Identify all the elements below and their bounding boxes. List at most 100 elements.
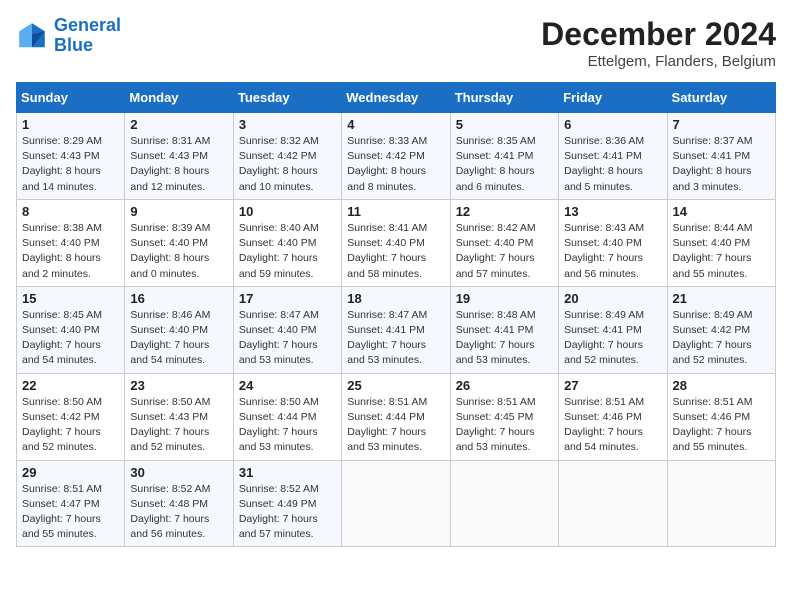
day-info: Sunrise: 8:44 AMSunset: 4:40 PMDaylight:…	[673, 221, 770, 282]
header-tuesday: Tuesday	[233, 83, 341, 113]
day-number: 5	[456, 117, 553, 132]
calendar-cell: 4 Sunrise: 8:33 AMSunset: 4:42 PMDaylight…	[342, 113, 450, 200]
calendar-cell	[559, 460, 667, 547]
calendar-week-row: 1 Sunrise: 8:29 AMSunset: 4:43 PMDaylight…	[17, 113, 776, 200]
calendar-cell: 29 Sunrise: 8:51 AMSunset: 4:47 PMDayligh…	[17, 460, 125, 547]
day-number: 17	[239, 291, 336, 306]
day-number: 7	[673, 117, 770, 132]
day-info: Sunrise: 8:51 AMSunset: 4:45 PMDaylight:…	[456, 395, 553, 456]
day-info: Sunrise: 8:51 AMSunset: 4:46 PMDaylight:…	[673, 395, 770, 456]
calendar-cell: 26Sunrise: 8:51 AMSunset: 4:45 PMDayligh…	[450, 373, 558, 460]
header-sunday: Sunday	[17, 83, 125, 113]
calendar-cell: 19 Sunrise: 8:48 AMSunset: 4:41 PMDayligh…	[450, 286, 558, 373]
day-number: 27	[564, 378, 661, 393]
day-info: Sunrise: 8:43 AMSunset: 4:40 PMDaylight:…	[564, 221, 661, 282]
calendar-cell: 18 Sunrise: 8:47 AMSunset: 4:41 PMDayligh…	[342, 286, 450, 373]
day-number: 21	[673, 291, 770, 306]
day-info: Sunrise: 8:51 AMSunset: 4:47 PMDaylight:…	[22, 482, 119, 543]
day-info: Sunrise: 8:49 AMSunset: 4:41 PMDaylight:…	[564, 308, 661, 369]
logo-line2: Blue	[54, 35, 93, 55]
logo-text: General Blue	[54, 16, 121, 56]
title-block: December 2024 Ettelgem, Flanders, Belgiu…	[541, 16, 776, 70]
day-number: 31	[239, 465, 336, 480]
calendar-cell: 21 Sunrise: 8:49 AMSunset: 4:42 PMDayligh…	[667, 286, 775, 373]
day-info: Sunrise: 8:40 AMSunset: 4:40 PMDaylight:…	[239, 221, 336, 282]
day-info: Sunrise: 8:49 AMSunset: 4:42 PMDaylight:…	[673, 308, 770, 369]
day-info: Sunrise: 8:52 AMSunset: 4:49 PMDaylight:…	[239, 482, 336, 543]
day-info: Sunrise: 8:33 AMSunset: 4:42 PMDaylight:…	[347, 134, 444, 195]
calendar-cell	[667, 460, 775, 547]
header-friday: Friday	[559, 83, 667, 113]
header-monday: Monday	[125, 83, 233, 113]
day-number: 4	[347, 117, 444, 132]
day-number: 29	[22, 465, 119, 480]
calendar-cell: 27 Sunrise: 8:51 AMSunset: 4:46 PMDayligh…	[559, 373, 667, 460]
day-number: 8	[22, 204, 119, 219]
calendar-cell: 25Sunrise: 8:51 AMSunset: 4:44 PMDayligh…	[342, 373, 450, 460]
day-number: 18	[347, 291, 444, 306]
month-title: December 2024	[541, 16, 776, 53]
day-number: 23	[130, 378, 227, 393]
header-thursday: Thursday	[450, 83, 558, 113]
day-info: Sunrise: 8:35 AMSunset: 4:41 PMDaylight:…	[456, 134, 553, 195]
calendar-cell: 28 Sunrise: 8:51 AMSunset: 4:46 PMDayligh…	[667, 373, 775, 460]
calendar-cell: 17 Sunrise: 8:47 AMSunset: 4:40 PMDayligh…	[233, 286, 341, 373]
day-info: Sunrise: 8:52 AMSunset: 4:48 PMDaylight:…	[130, 482, 227, 543]
day-info: Sunrise: 8:51 AMSunset: 4:46 PMDaylight:…	[564, 395, 661, 456]
day-info: Sunrise: 8:38 AMSunset: 4:40 PMDaylight:…	[22, 221, 119, 282]
calendar-week-row: 8 Sunrise: 8:38 AMSunset: 4:40 PMDaylight…	[17, 199, 776, 286]
day-number: 9	[130, 204, 227, 219]
calendar-cell: 16 Sunrise: 8:46 AMSunset: 4:40 PMDayligh…	[125, 286, 233, 373]
calendar-cell: 5 Sunrise: 8:35 AMSunset: 4:41 PMDaylight…	[450, 113, 558, 200]
calendar-cell: 20 Sunrise: 8:49 AMSunset: 4:41 PMDayligh…	[559, 286, 667, 373]
calendar-cell: 23 Sunrise: 8:50 AMSunset: 4:43 PMDayligh…	[125, 373, 233, 460]
calendar-cell: 22Sunrise: 8:50 AMSunset: 4:42 PMDayligh…	[17, 373, 125, 460]
calendar-cell	[450, 460, 558, 547]
day-info: Sunrise: 8:42 AMSunset: 4:40 PMDaylight:…	[456, 221, 553, 282]
day-info: Sunrise: 8:32 AMSunset: 4:42 PMDaylight:…	[239, 134, 336, 195]
day-number: 28	[673, 378, 770, 393]
logo: General Blue	[16, 16, 121, 56]
calendar-cell: 2Sunrise: 8:31 AMSunset: 4:43 PMDaylight…	[125, 113, 233, 200]
day-info: Sunrise: 8:45 AMSunset: 4:40 PMDaylight:…	[22, 308, 119, 369]
day-info: Sunrise: 8:46 AMSunset: 4:40 PMDaylight:…	[130, 308, 227, 369]
day-number: 1	[22, 117, 119, 132]
day-info: Sunrise: 8:50 AMSunset: 4:42 PMDaylight:…	[22, 395, 119, 456]
day-number: 24	[239, 378, 336, 393]
day-number: 20	[564, 291, 661, 306]
day-info: Sunrise: 8:41 AMSunset: 4:40 PMDaylight:…	[347, 221, 444, 282]
calendar-cell	[342, 460, 450, 547]
calendar-cell: 15Sunrise: 8:45 AMSunset: 4:40 PMDayligh…	[17, 286, 125, 373]
day-info: Sunrise: 8:29 AMSunset: 4:43 PMDaylight:…	[22, 134, 119, 195]
day-info: Sunrise: 8:51 AMSunset: 4:44 PMDaylight:…	[347, 395, 444, 456]
day-number: 10	[239, 204, 336, 219]
day-info: Sunrise: 8:47 AMSunset: 4:41 PMDaylight:…	[347, 308, 444, 369]
calendar-cell: 30 Sunrise: 8:52 AMSunset: 4:48 PMDayligh…	[125, 460, 233, 547]
location-subtitle: Ettelgem, Flanders, Belgium	[541, 53, 776, 70]
day-info: Sunrise: 8:50 AMSunset: 4:44 PMDaylight:…	[239, 395, 336, 456]
day-number: 14	[673, 204, 770, 219]
day-info: Sunrise: 8:37 AMSunset: 4:41 PMDaylight:…	[673, 134, 770, 195]
day-info: Sunrise: 8:47 AMSunset: 4:40 PMDaylight:…	[239, 308, 336, 369]
day-number: 6	[564, 117, 661, 132]
calendar-cell: 12Sunrise: 8:42 AMSunset: 4:40 PMDayligh…	[450, 199, 558, 286]
calendar-cell: 3Sunrise: 8:32 AMSunset: 4:42 PMDaylight…	[233, 113, 341, 200]
calendar-week-row: 15Sunrise: 8:45 AMSunset: 4:40 PMDayligh…	[17, 286, 776, 373]
day-info: Sunrise: 8:48 AMSunset: 4:41 PMDaylight:…	[456, 308, 553, 369]
calendar-cell: 7 Sunrise: 8:37 AMSunset: 4:41 PMDaylight…	[667, 113, 775, 200]
day-number: 19	[456, 291, 553, 306]
page-header: General Blue December 2024 Ettelgem, Fla…	[16, 16, 776, 70]
day-info: Sunrise: 8:31 AMSunset: 4:43 PMDaylight:…	[130, 134, 227, 195]
day-number: 11	[347, 204, 444, 219]
calendar-cell: 9Sunrise: 8:39 AMSunset: 4:40 PMDaylight…	[125, 199, 233, 286]
day-number: 30	[130, 465, 227, 480]
calendar-cell: 11 Sunrise: 8:41 AMSunset: 4:40 PMDayligh…	[342, 199, 450, 286]
header-wednesday: Wednesday	[342, 83, 450, 113]
calendar-cell: 6Sunrise: 8:36 AMSunset: 4:41 PMDaylight…	[559, 113, 667, 200]
calendar-cell: 31 Sunrise: 8:52 AMSunset: 4:49 PMDayligh…	[233, 460, 341, 547]
logo-line1: General	[54, 15, 121, 35]
day-number: 16	[130, 291, 227, 306]
calendar-cell: 14 Sunrise: 8:44 AMSunset: 4:40 PMDayligh…	[667, 199, 775, 286]
calendar-week-row: 22Sunrise: 8:50 AMSunset: 4:42 PMDayligh…	[17, 373, 776, 460]
day-info: Sunrise: 8:50 AMSunset: 4:43 PMDaylight:…	[130, 395, 227, 456]
